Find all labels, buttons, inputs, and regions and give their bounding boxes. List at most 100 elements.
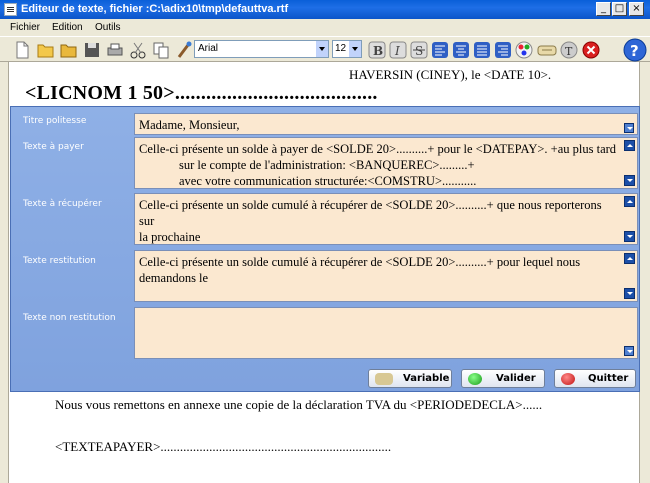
- field-label-texte-restitution: Texte restitution: [23, 256, 96, 266]
- variable-button-label: Variable: [403, 373, 450, 384]
- paste-brush-icon: [177, 41, 192, 58]
- scrollbar[interactable]: [624, 140, 635, 186]
- green-circle-icon: [468, 373, 482, 385]
- menu-edition[interactable]: Edition: [52, 22, 83, 33]
- red-circle-icon: [561, 373, 575, 385]
- valider-button[interactable]: Valider: [461, 369, 545, 388]
- scroll-down-icon[interactable]: [624, 175, 635, 186]
- copy-icon: [153, 42, 169, 59]
- scroll-down-icon[interactable]: [624, 231, 635, 242]
- close-editor-button[interactable]: [580, 39, 600, 60]
- folder-icon: [60, 44, 77, 58]
- chevron-down-icon[interactable]: [316, 41, 328, 57]
- maximize-button[interactable]: □: [612, 2, 627, 16]
- menu-bar: Fichier Edition Outils: [0, 19, 650, 36]
- save-button[interactable]: [81, 39, 101, 60]
- texte-restitution-field[interactable]: Celle-ci présente un solde cumulé à récu…: [134, 250, 638, 302]
- document-line-1: Nous vous remettons en annexe une copie …: [55, 397, 543, 412]
- menu-fichier[interactable]: Fichier: [10, 22, 40, 33]
- close-circle-icon: [582, 41, 600, 59]
- strike-button[interactable]: S: [408, 39, 428, 60]
- font-family-value: Arial: [198, 43, 219, 54]
- align-left-icon: [432, 42, 448, 58]
- align-left-button[interactable]: [429, 39, 449, 60]
- svg-text:B: B: [373, 44, 383, 58]
- field-line: demandons le: [139, 271, 209, 285]
- window-title: Editeur de texte, fichier :C:\adix10\tmp…: [21, 3, 289, 15]
- scrollbar[interactable]: [624, 253, 635, 299]
- new-document-button[interactable]: [12, 39, 32, 60]
- variable-button[interactable]: Variable: [368, 369, 452, 388]
- scroll-down-icon[interactable]: [624, 123, 634, 133]
- field-label-texte-a-recuperer: Texte à récupérer: [23, 199, 102, 209]
- scroll-down-icon[interactable]: [624, 346, 634, 356]
- document-licnom-line: <LICNOM 1 50>...........................…: [25, 82, 378, 104]
- field-line: avec votre communication structurée:<COM…: [179, 174, 477, 188]
- field-line: la prochaine: [139, 230, 201, 244]
- text-button[interactable]: T: [558, 39, 578, 60]
- variable-icon: [375, 373, 393, 385]
- field-line: Celle-ci présente un solde cumulé à récu…: [139, 255, 581, 269]
- toolbar: Arial 12 B I S T ?: [0, 36, 650, 62]
- scissors-icon: [130, 42, 146, 59]
- bold-icon: B: [368, 41, 386, 59]
- variable-icon: [537, 45, 557, 56]
- texte-a-recuperer-field[interactable]: Celle-ci présente un solde cumulé à récu…: [134, 193, 638, 245]
- color-button[interactable]: [513, 39, 533, 60]
- field-line: Madame, Monsieur,: [139, 118, 240, 132]
- open-button[interactable]: [58, 39, 78, 60]
- italic-button[interactable]: I: [387, 39, 407, 60]
- texte-a-payer-field[interactable]: Celle-ci présente un solde à payer de <S…: [134, 137, 638, 189]
- quitter-button[interactable]: Quitter: [554, 369, 636, 388]
- open-folder-button[interactable]: [35, 39, 55, 60]
- scroll-down-icon[interactable]: [624, 288, 635, 299]
- field-label-texte-non-restitution: Texte non restitution: [23, 313, 116, 323]
- bold-button[interactable]: B: [366, 39, 386, 60]
- title-bar: Editeur de texte, fichier :C:\adix10\tmp…: [0, 0, 650, 19]
- font-size-select[interactable]: 12: [332, 40, 362, 58]
- cut-button[interactable]: [127, 39, 147, 60]
- align-center-button[interactable]: [450, 39, 470, 60]
- scrollbar[interactable]: [624, 116, 635, 133]
- scrollbar[interactable]: [624, 196, 635, 242]
- svg-text:T: T: [565, 45, 573, 58]
- field-line: sur le compte de l'administration: <BANQ…: [179, 158, 475, 172]
- help-button[interactable]: ?: [620, 36, 648, 62]
- chevron-down-icon[interactable]: [349, 41, 361, 57]
- scroll-up-icon[interactable]: [624, 140, 635, 151]
- copy-button[interactable]: [150, 39, 170, 60]
- print-button[interactable]: [104, 39, 124, 60]
- folder-open-icon: [37, 44, 54, 58]
- align-right-button[interactable]: [492, 39, 512, 60]
- document-icon: [4, 3, 17, 16]
- strike-icon: S: [410, 41, 428, 59]
- text-fields-panel: Titre politesse Madame, Monsieur, Texte …: [10, 106, 640, 392]
- font-size-value: 12: [335, 43, 347, 54]
- help-icon: ?: [623, 38, 647, 62]
- titre-politesse-field[interactable]: Madame, Monsieur,: [134, 113, 638, 135]
- svg-text:?: ?: [630, 42, 639, 60]
- scrollbar[interactable]: [624, 310, 635, 356]
- menu-outils[interactable]: Outils: [95, 22, 121, 33]
- document-header-line: HAVERSIN (CINEY), le <DATE 10>.: [349, 67, 552, 82]
- field-label-texte-a-payer: Texte à payer: [23, 142, 84, 152]
- scroll-up-icon[interactable]: [624, 253, 635, 264]
- justify-button[interactable]: [471, 39, 491, 60]
- print-icon: [107, 43, 123, 56]
- texte-non-restitution-field[interactable]: [134, 307, 638, 359]
- field-label-titre-politesse: Titre politesse: [23, 116, 87, 126]
- insert-variable-button[interactable]: [535, 39, 557, 60]
- close-button[interactable]: ×: [629, 2, 644, 16]
- align-center-icon: [453, 42, 469, 58]
- quitter-button-label: Quitter: [588, 373, 629, 384]
- font-family-select[interactable]: Arial: [194, 40, 329, 58]
- svg-text:I: I: [394, 44, 400, 58]
- document-line-2: <TEXTEAPAYER>...........................…: [55, 439, 392, 454]
- scroll-up-icon[interactable]: [624, 196, 635, 207]
- field-line: Celle-ci présente un solde cumulé à récu…: [139, 198, 602, 228]
- paste-button[interactable]: [173, 39, 193, 60]
- align-right-icon: [495, 42, 511, 58]
- minimize-button[interactable]: _: [596, 2, 611, 16]
- text-icon: T: [560, 41, 578, 59]
- svg-text:S: S: [415, 44, 423, 58]
